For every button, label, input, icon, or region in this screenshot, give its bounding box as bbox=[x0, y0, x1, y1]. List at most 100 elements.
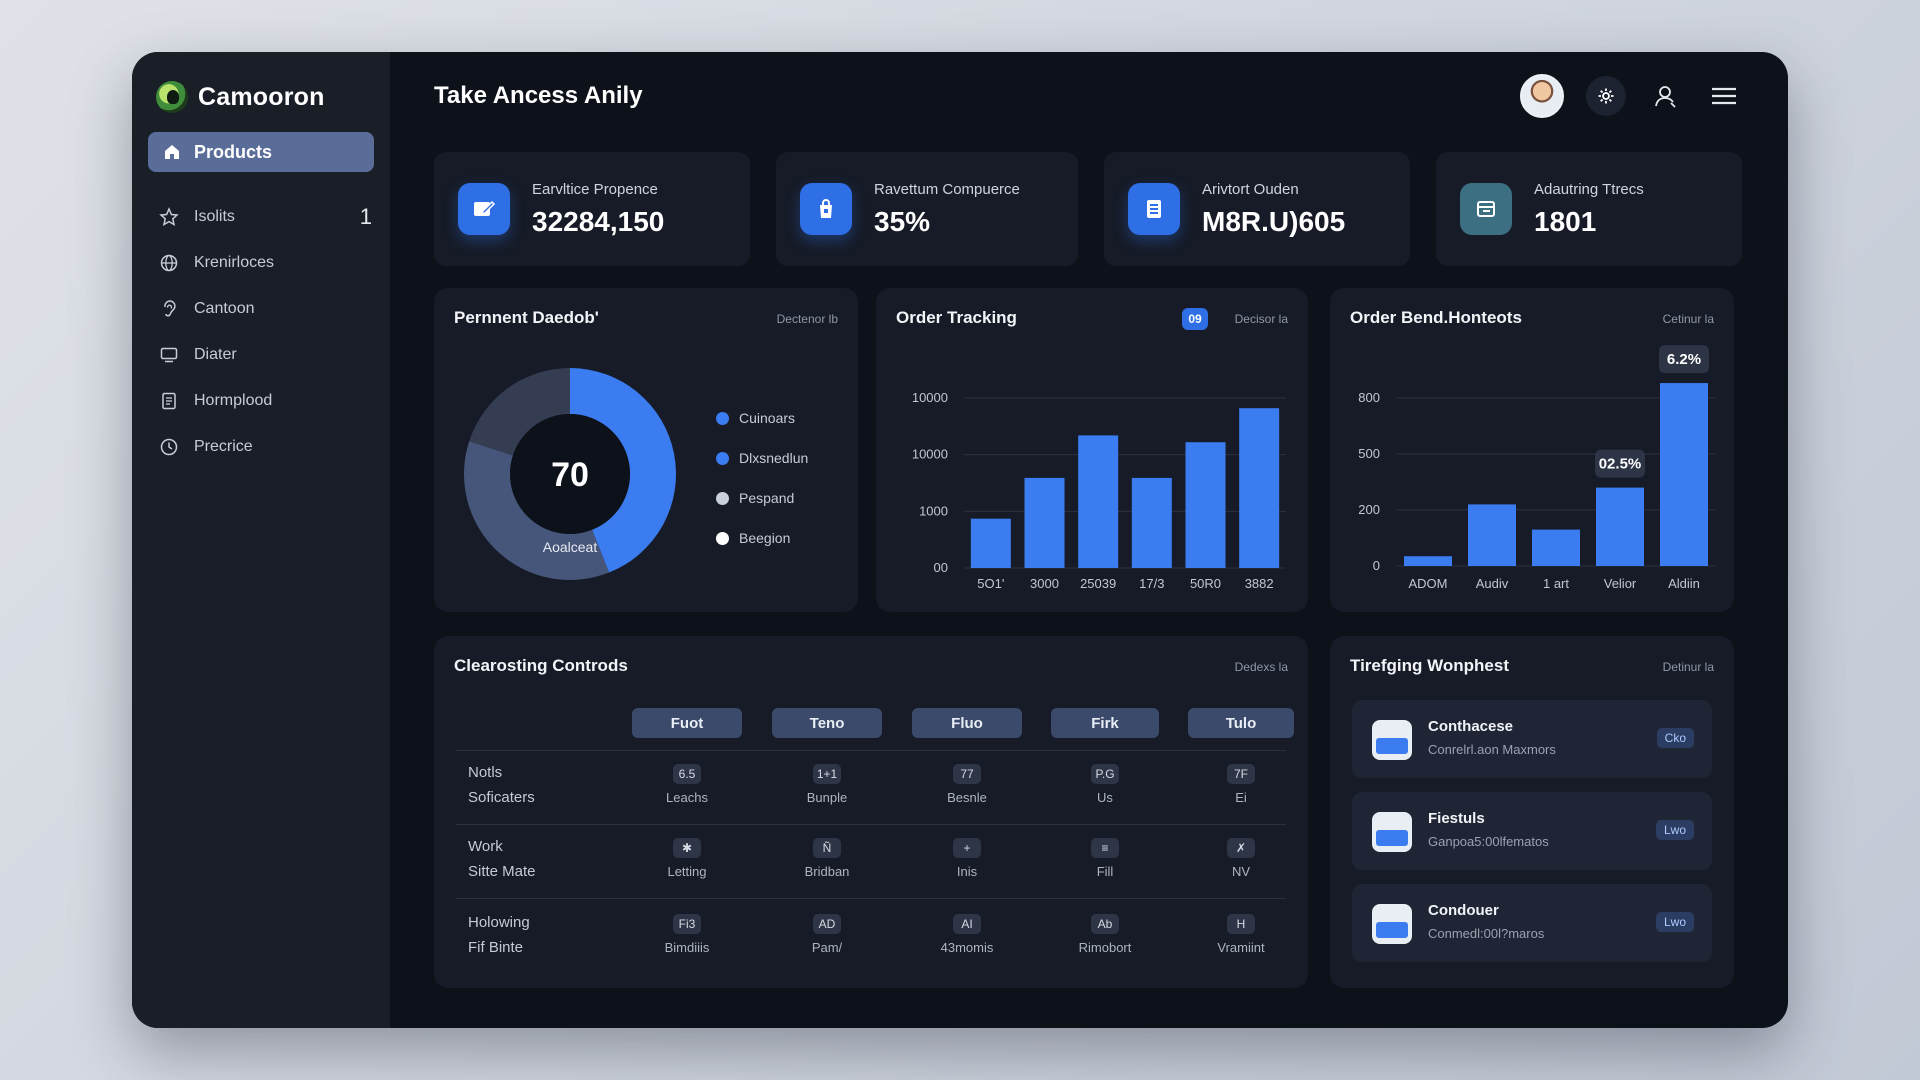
x-tick-label: 1 art bbox=[1543, 576, 1569, 591]
sidebar-item-hormplood[interactable]: Hormplood bbox=[148, 378, 374, 424]
user-icon bbox=[1653, 83, 1679, 109]
column-header[interactable]: Teno bbox=[772, 708, 882, 738]
bar[interactable] bbox=[1024, 477, 1065, 568]
bar[interactable] bbox=[1532, 529, 1580, 566]
cell-chip: ✱ bbox=[673, 838, 701, 858]
stat-label: Earvltice Propence bbox=[532, 180, 658, 198]
column-header[interactable]: Fluo bbox=[912, 708, 1022, 738]
avatar[interactable] bbox=[1520, 74, 1564, 118]
controls-table-panel: Clearosting Controds Dedexs la Fuot Teno… bbox=[434, 636, 1308, 988]
panel-link[interactable]: Dectenor lb bbox=[777, 312, 838, 326]
table-cell[interactable]: Ñ Bridban bbox=[782, 838, 872, 879]
cell-chip: ≡ bbox=[1091, 838, 1119, 858]
bar[interactable] bbox=[1596, 487, 1644, 566]
annotation-label: 6.2% bbox=[1667, 351, 1701, 368]
brand[interactable]: Camooron bbox=[148, 74, 374, 118]
main-content: Take Ancess Anily Earvltice Propence 322… bbox=[390, 52, 1788, 1028]
stat-card[interactable]: Ravettum Compuerce 35% bbox=[776, 152, 1078, 266]
sidebar-item-krenirloces[interactable]: Krenirloces bbox=[148, 240, 374, 286]
table-cell[interactable]: AD Pam/ bbox=[782, 914, 872, 955]
panel-title: Tirefging Wonphest bbox=[1350, 656, 1509, 675]
column-header[interactable]: Fuot bbox=[632, 708, 742, 738]
cell-sub: Bunple bbox=[806, 790, 848, 805]
sidebar-item-isolits[interactable]: Isolits 1 bbox=[148, 194, 374, 240]
stat-value: M8R.U)605 bbox=[1202, 205, 1346, 237]
x-tick-label: 5O1' bbox=[977, 576, 1004, 591]
bar[interactable] bbox=[1239, 408, 1280, 568]
bar[interactable] bbox=[970, 518, 1011, 568]
table-cell[interactable]: + Inis bbox=[922, 838, 1012, 879]
globe-icon bbox=[158, 252, 180, 274]
table-cell[interactable]: 6.5 Leachs bbox=[642, 764, 732, 805]
table-cell[interactable]: 7F Ei bbox=[1196, 764, 1286, 805]
cell-sub: Pam/ bbox=[811, 940, 843, 955]
annotation-label: 02.5% bbox=[1599, 456, 1642, 473]
cell-chip: AD bbox=[813, 914, 841, 934]
row-label-primary: Notls bbox=[468, 764, 503, 781]
stat-value: 1801 bbox=[1534, 205, 1597, 237]
table-cell[interactable]: Fi3 Bimdiiis bbox=[642, 914, 732, 955]
legend-item: Beegion bbox=[716, 518, 808, 558]
bar[interactable] bbox=[1131, 477, 1172, 568]
legend-dot bbox=[716, 531, 729, 545]
column-header[interactable]: Tulo bbox=[1188, 708, 1294, 738]
y-tick-label: 800 bbox=[1358, 390, 1380, 405]
table-cell[interactable]: P.G Us bbox=[1060, 764, 1150, 805]
cell-sub: Rimobort bbox=[1078, 940, 1132, 955]
panel-link[interactable]: Dedexs la bbox=[1235, 660, 1288, 674]
table-cell[interactable]: 77 Besnle bbox=[922, 764, 1012, 805]
donut-chart: 70 Aoalceat bbox=[464, 368, 677, 580]
divider bbox=[456, 824, 1286, 825]
notification-title: Fiestuls bbox=[1428, 810, 1485, 827]
x-tick-label: 3000 bbox=[1030, 576, 1059, 591]
y-tick-label: 0 bbox=[1373, 558, 1380, 573]
clock-icon bbox=[158, 436, 180, 458]
stat-card[interactable]: Adautring Ttrecs 1801 bbox=[1436, 152, 1742, 266]
sidebar-item-diater[interactable]: Diater bbox=[148, 332, 374, 378]
row-label-secondary: Fif Binte bbox=[468, 939, 524, 956]
menu-button[interactable] bbox=[1706, 78, 1742, 114]
users-button[interactable] bbox=[1648, 78, 1684, 114]
notification-item[interactable]: Conthacese Conrelrl.aon Maxmors Cko bbox=[1352, 700, 1712, 778]
home-icon bbox=[162, 142, 182, 162]
stat-card[interactable]: Earvltice Propence 32284,150 bbox=[434, 152, 750, 266]
panel-link[interactable]: Detinur la bbox=[1663, 660, 1714, 674]
bag-icon bbox=[800, 183, 852, 235]
bar[interactable] bbox=[1185, 442, 1226, 568]
notification-item[interactable]: Condouer Conmedl:00l?maros Lwo bbox=[1352, 884, 1712, 962]
panel-title: Pernnent Daedob' bbox=[454, 308, 599, 327]
sidebar-item-products[interactable]: Products bbox=[148, 132, 374, 172]
table-cell[interactable]: ✱ Letting bbox=[642, 838, 732, 879]
stat-label: Adautring Ttrecs bbox=[1534, 180, 1644, 198]
order-bend-chart: 0 200 500 800 ADOM Audiv 1 art Velior Aldiin 02.5… bbox=[1358, 345, 1716, 591]
donut-center-value: 70 bbox=[551, 456, 589, 494]
table-cell[interactable]: ≡ Fill bbox=[1060, 838, 1150, 879]
sidebar-item-precrice[interactable]: Precrice bbox=[148, 424, 374, 470]
table-cell[interactable]: H Vramiint bbox=[1196, 914, 1286, 955]
legend-dot bbox=[716, 451, 729, 465]
hamburger-menu-icon bbox=[1711, 86, 1737, 106]
bar[interactable] bbox=[1468, 504, 1516, 566]
sidebar-item-label: Diater bbox=[194, 346, 237, 363]
cell-sub: Besnle bbox=[947, 790, 987, 805]
notification-subtitle: Ganpoa5:00lfematos bbox=[1428, 834, 1549, 849]
table-cell[interactable]: AI 43momis bbox=[922, 914, 1012, 955]
notification-subtitle: Conmedl:00l?maros bbox=[1428, 926, 1545, 941]
bar[interactable] bbox=[1078, 435, 1119, 568]
settings-button[interactable] bbox=[1586, 76, 1626, 116]
bar[interactable] bbox=[1660, 383, 1708, 566]
legend-dot bbox=[716, 491, 729, 505]
notification-item[interactable]: Fiestuls Ganpoa5:00lfematos Lwo bbox=[1352, 792, 1712, 870]
y-tick-label: 200 bbox=[1358, 502, 1380, 517]
row-label: Work Sitte Mate bbox=[468, 834, 536, 884]
bar[interactable] bbox=[1404, 556, 1452, 566]
table-cell[interactable]: ✗ NV bbox=[1196, 838, 1286, 879]
column-header[interactable]: Firk bbox=[1051, 708, 1159, 738]
sidebar-item-cantoon[interactable]: Cantoon bbox=[148, 286, 374, 332]
row-label: Holowing Fif Binte bbox=[468, 910, 530, 960]
order-tracking-chart: 00 1000 10000 10000 5O1' 3000 25039 17/3 50R0 388… bbox=[912, 390, 1286, 591]
table-cell[interactable]: 1+1 Bunple bbox=[782, 764, 872, 805]
stat-card[interactable]: Arivtort Ouden M8R.U)605 bbox=[1104, 152, 1410, 266]
table-cell[interactable]: Ab Rimobort bbox=[1060, 914, 1150, 955]
panel-title: Clearosting Controds bbox=[454, 656, 628, 675]
